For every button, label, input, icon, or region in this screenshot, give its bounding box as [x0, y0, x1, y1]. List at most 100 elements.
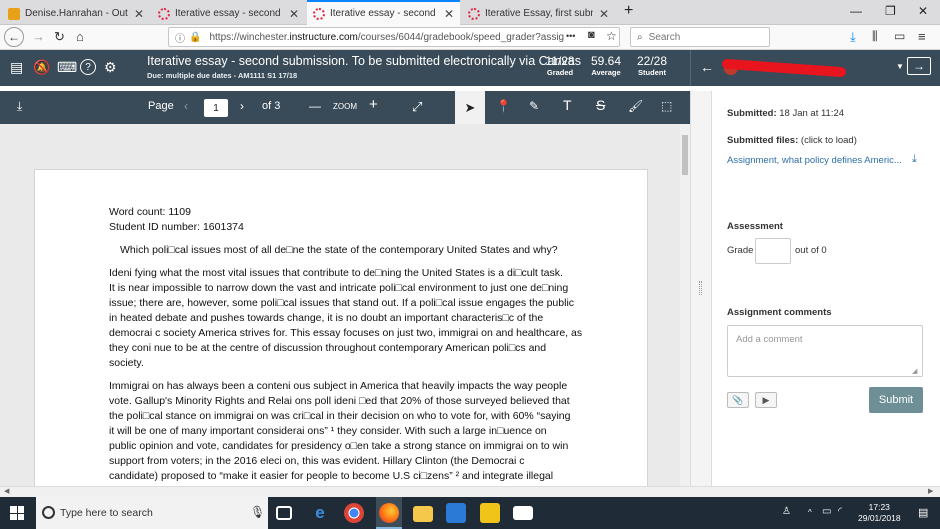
- zoom-in-icon[interactable]: +: [369, 96, 378, 113]
- essay-line: support from voters; in the 2016 eleci o…: [109, 455, 525, 467]
- file-download-icon[interactable]: ⤓: [912, 153, 917, 166]
- media-comment-icon[interactable]: ▶: [755, 392, 777, 408]
- canvas-icon: [468, 7, 480, 20]
- download-pdf-icon[interactable]: ⤓: [17, 99, 22, 114]
- help-icon[interactable]: ?: [80, 59, 96, 75]
- browser-tab[interactable]: Denise.Hanrahan - Outlook Web ✕: [2, 2, 150, 25]
- point-annotation-icon[interactable]: 📍: [496, 99, 511, 113]
- store-icon[interactable]: [446, 503, 466, 523]
- next-student-icon[interactable]: →: [907, 57, 931, 75]
- close-tab-icon[interactable]: ✕: [444, 7, 454, 21]
- show-hidden-icons-icon[interactable]: ^: [808, 508, 812, 517]
- close-tab-icon[interactable]: ✕: [134, 7, 144, 21]
- previous-student-icon[interactable]: ←: [700, 59, 714, 75]
- sidebar-icon[interactable]: ▭: [894, 29, 905, 43]
- header-divider: [690, 50, 691, 86]
- stat-value: 11/28: [545, 54, 575, 68]
- attach-file-icon[interactable]: 📎: [727, 392, 749, 408]
- sticky-notes-icon[interactable]: [480, 503, 500, 523]
- keyboard-icon[interactable]: ⌨: [57, 59, 77, 76]
- reload-icon[interactable]: ↻: [54, 29, 65, 45]
- essay-line: society.: [109, 357, 144, 369]
- essay-line: in heated debate and pushes towards chan…: [109, 312, 544, 324]
- browser-tab[interactable]: Iterative Essay, first submission ✕: [462, 2, 615, 25]
- scroll-right-icon[interactable]: ▶: [928, 487, 933, 495]
- url-bar[interactable]: ⓘ 🔒 https://winchester. instructure.com/c…: [168, 27, 620, 47]
- fullscreen-icon[interactable]: ⤢: [412, 99, 422, 115]
- resize-grip-icon[interactable]: ◢: [912, 367, 917, 375]
- previous-page-icon[interactable]: ‹: [184, 99, 188, 113]
- stat-label: Average: [591, 68, 621, 77]
- close-tab-icon[interactable]: ✕: [599, 7, 609, 21]
- word-count: Word count: 1109: [109, 206, 191, 218]
- settings-gear-icon[interactable]: ⚙: [104, 59, 117, 76]
- resize-handle-icon[interactable]: [699, 281, 702, 295]
- taskbar-search-placeholder: Type here to search: [60, 507, 153, 519]
- page-actions-icon[interactable]: •••: [566, 31, 575, 41]
- menu-icon[interactable]: ≡: [918, 29, 926, 44]
- pocket-icon[interactable]: ◙: [588, 29, 595, 41]
- highlight-tool-icon[interactable]: ✎: [529, 99, 539, 113]
- comments-heading: Assignment comments: [727, 307, 832, 318]
- outlook-icon: [8, 7, 20, 20]
- browser-search-input[interactable]: ⌕ Search: [630, 27, 770, 47]
- back-icon[interactable]: ←: [4, 27, 24, 47]
- mail-icon[interactable]: [513, 506, 533, 520]
- browser-tab-active[interactable]: Iterative essay - second submission ✕: [307, 0, 460, 25]
- document-scroll-thumb[interactable]: [682, 135, 688, 175]
- canvas-icon: [313, 7, 325, 20]
- chrome-icon[interactable]: [344, 503, 364, 523]
- assignment-title[interactable]: Iterative essay - second submission. To …: [147, 54, 581, 68]
- download-icon[interactable]: ⤓: [850, 29, 856, 45]
- taskbar-search[interactable]: Type here to search 🎙: [36, 497, 268, 529]
- system-clock[interactable]: 17:23 29/01/2018: [858, 502, 901, 524]
- text-tool-icon[interactable]: T: [563, 97, 572, 113]
- zoom-out-icon[interactable]: —: [309, 99, 321, 113]
- grade-input[interactable]: [755, 238, 791, 264]
- mute-notifications-icon[interactable]: 🔕: [33, 59, 50, 76]
- student-dropdown-caret-icon[interactable]: ▼: [896, 62, 904, 71]
- edge-icon[interactable]: e: [310, 503, 330, 523]
- firefox-taskbar-slot[interactable]: [376, 497, 402, 529]
- windows-start-icon[interactable]: [10, 506, 24, 520]
- wifi-icon[interactable]: ◜: [838, 506, 842, 517]
- people-icon[interactable]: ♙: [782, 506, 791, 517]
- submit-comment-button[interactable]: Submit: [869, 387, 923, 413]
- scroll-left-icon[interactable]: ◀: [4, 487, 9, 495]
- panel-resizer[interactable]: [690, 91, 712, 486]
- student-selector[interactable]: [721, 58, 847, 78]
- new-tab-button[interactable]: +: [624, 2, 633, 20]
- document-scrollbar[interactable]: [680, 124, 690, 486]
- next-page-icon[interactable]: ›: [240, 99, 244, 113]
- task-view-icon[interactable]: [276, 506, 292, 520]
- minimize-icon[interactable]: —: [850, 4, 862, 18]
- home-icon[interactable]: ⌂: [76, 29, 84, 44]
- close-window-icon[interactable]: ✕: [918, 4, 928, 18]
- submission-file-link[interactable]: Assignment, what policy defines Americ..…: [727, 155, 902, 166]
- action-center-icon[interactable]: ▤: [918, 506, 928, 519]
- horizontal-scrollbar[interactable]: ◀ ▶: [0, 486, 940, 497]
- close-tab-icon[interactable]: ✕: [289, 7, 299, 21]
- file-explorer-icon[interactable]: [413, 506, 433, 522]
- essay-line: candidate) proposed to “make it easier f…: [109, 470, 554, 482]
- strikeout-tool-icon[interactable]: S: [596, 97, 605, 113]
- bookmark-star-icon[interactable]: ☆: [606, 29, 617, 43]
- gradebook-icon[interactable]: ▤: [10, 59, 23, 76]
- comment-input[interactable]: Add a comment: [727, 325, 923, 377]
- stat-value: 59.64: [590, 54, 622, 68]
- comment-placeholder: Add a comment: [736, 334, 803, 345]
- assignment-due: Due: multiple due dates - AM1111 S1 17/1…: [147, 71, 298, 80]
- library-icon[interactable]: ⫼: [872, 29, 878, 44]
- microphone-icon[interactable]: 🎙: [250, 505, 265, 519]
- restore-icon[interactable]: ❐: [885, 4, 896, 18]
- browser-tab[interactable]: Iterative essay - second submission ✕: [152, 2, 305, 25]
- document-viewer[interactable]: Word count: 1109 Student ID number: 1601…: [0, 124, 690, 486]
- grade-label: Grade: [727, 245, 754, 256]
- battery-icon[interactable]: ▭: [822, 506, 831, 517]
- area-tool-icon[interactable]: ⬚: [661, 99, 672, 113]
- page-number-input[interactable]: 1: [204, 99, 228, 117]
- select-tool-icon[interactable]: ➤: [455, 91, 485, 124]
- files-label: Submitted files:: [727, 135, 799, 146]
- forward-icon[interactable]: →: [32, 29, 45, 44]
- free-draw-icon[interactable]: 🖌: [628, 99, 643, 113]
